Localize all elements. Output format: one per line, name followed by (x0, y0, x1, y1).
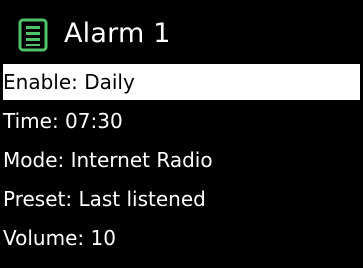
page-title: Alarm 1 (64, 18, 171, 49)
menu-item-preset[interactable]: Preset: Last listened (0, 181, 363, 217)
menu-item-label: Preset: Last listened (3, 187, 206, 211)
menu-item-mode[interactable]: Mode: Internet Radio (0, 142, 363, 178)
menu-item-label: Volume: 10 (3, 226, 116, 250)
title-bar: Alarm 1 (0, 12, 363, 56)
menu-item-time[interactable]: Time: 07:30 (0, 103, 363, 139)
radio-display: Alarm 1 Enable: Daily Time: 07:30 Mode: … (0, 0, 363, 268)
menu-item-label: Mode: Internet Radio (3, 148, 213, 172)
menu-item-label: Enable: Daily (3, 70, 135, 94)
menu-item-label: Time: 07:30 (3, 109, 123, 133)
alarm-settings-menu: Enable: Daily Time: 07:30 Mode: Internet… (0, 64, 363, 259)
alarm-list-icon (18, 18, 48, 52)
menu-item-enable[interactable]: Enable: Daily (3, 64, 360, 100)
menu-item-volume[interactable]: Volume: 10 (0, 220, 363, 256)
